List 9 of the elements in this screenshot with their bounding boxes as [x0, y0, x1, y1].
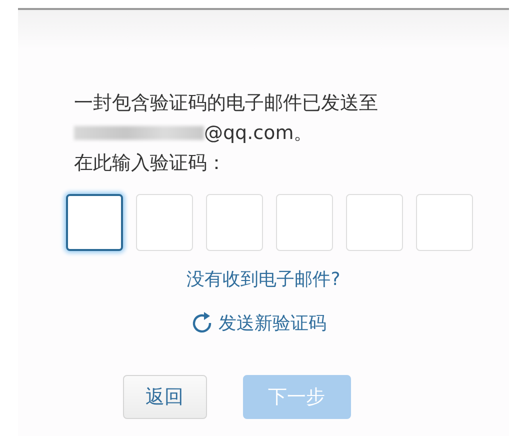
- email-text: @qq.com。: [204, 121, 313, 146]
- code-input[interactable]: [66, 194, 123, 251]
- back-button[interactable]: 返回: [122, 375, 206, 419]
- no-email-link[interactable]: 没有收到电子邮件?: [186, 267, 340, 291]
- resend-link[interactable]: 发送新验证码: [190, 311, 326, 335]
- prompt-text: 在此输入验证码：: [74, 151, 227, 176]
- refresh-icon: [190, 311, 212, 335]
- message-text: 一封包含验证码的电子邮件已发送至: [74, 91, 379, 116]
- resend-text: 发送新验证码: [218, 312, 326, 335]
